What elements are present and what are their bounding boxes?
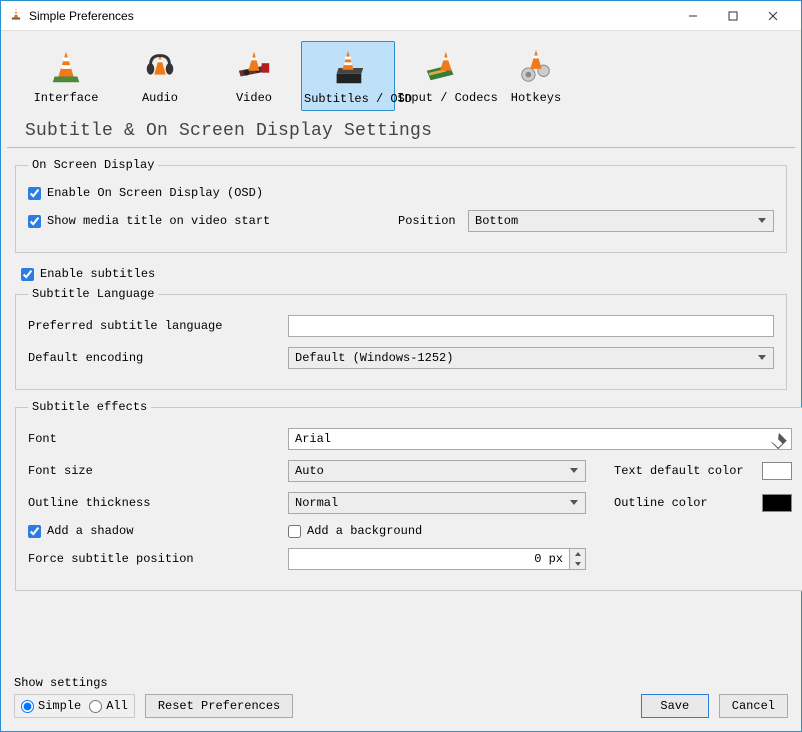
all-radio-label: All <box>106 699 128 713</box>
simple-radio[interactable]: Simple <box>21 699 81 713</box>
simple-radio-label: Simple <box>38 699 81 713</box>
enable-subtitles-input[interactable] <box>21 268 34 281</box>
show-media-title-label: Show media title on video start <box>47 214 270 228</box>
outline-thickness-label: Outline thickness <box>28 496 278 510</box>
tab-hotkeys-label: Hotkeys <box>491 91 581 105</box>
show-media-title-input[interactable] <box>28 215 41 228</box>
enable-osd-checkbox[interactable]: Enable On Screen Display (OSD) <box>28 186 263 200</box>
window-title-wrap: Simple Preferences <box>9 7 673 24</box>
add-background-checkbox[interactable]: Add a background <box>288 524 586 538</box>
tab-input[interactable]: Input / Codecs <box>395 41 489 111</box>
subtitle-effects-group: Subtitle effects Font Font size Text def… <box>15 400 802 591</box>
tab-video-label: Video <box>209 91 299 105</box>
outline-color-label: Outline color <box>614 496 752 510</box>
tab-interface-label: Interface <box>21 91 111 105</box>
font-size-select[interactable] <box>288 460 586 482</box>
osd-legend: On Screen Display <box>28 158 158 172</box>
category-tabs: Interface Audio Video Subtitles / OSD In… <box>1 31 801 117</box>
cone-icon <box>21 47 111 87</box>
outline-color-swatch[interactable] <box>762 494 792 512</box>
close-button[interactable] <box>753 2 793 30</box>
tab-subtitles[interactable]: Subtitles / OSD <box>301 41 395 111</box>
enable-osd-label: Enable On Screen Display (OSD) <box>47 186 263 200</box>
enable-osd-input[interactable] <box>28 187 41 200</box>
text-color-swatch[interactable] <box>762 462 792 480</box>
font-size-label: Font size <box>28 464 278 478</box>
force-position-input[interactable] <box>288 548 586 570</box>
cancel-button[interactable]: Cancel <box>719 694 788 718</box>
tab-input-label: Input / Codecs <box>397 91 487 105</box>
window-title: Simple Preferences <box>29 9 134 23</box>
add-shadow-input[interactable] <box>28 525 41 538</box>
font-label: Font <box>28 432 278 446</box>
card-cone-icon <box>397 47 487 87</box>
spin-down-icon[interactable] <box>569 559 585 569</box>
position-label: Position <box>398 214 458 228</box>
subtitle-language-group: Subtitle Language Preferred subtitle lan… <box>15 287 787 390</box>
default-encoding-label: Default encoding <box>28 351 278 365</box>
film-cone-icon <box>209 47 299 87</box>
enable-subtitles-checkbox[interactable]: Enable subtitles <box>21 267 155 281</box>
show-settings-group: Simple All <box>14 694 135 718</box>
osd-group: On Screen Display Enable On Screen Displ… <box>15 158 787 253</box>
gear-cone-icon <box>491 47 581 87</box>
tab-audio[interactable]: Audio <box>113 41 207 111</box>
add-background-label: Add a background <box>307 524 422 538</box>
clapper-cone-icon <box>304 48 392 88</box>
default-encoding-select[interactable] <box>288 347 774 369</box>
force-position-spinner[interactable] <box>569 549 585 569</box>
minimize-button[interactable] <box>673 2 713 30</box>
tab-audio-label: Audio <box>115 91 205 105</box>
headphones-cone-icon <box>115 47 205 87</box>
add-background-input[interactable] <box>288 525 301 538</box>
preferred-language-label: Preferred subtitle language <box>28 319 278 333</box>
font-select[interactable] <box>288 428 792 450</box>
page-title: Subtitle & On Screen Display Settings <box>7 117 795 148</box>
add-shadow-label: Add a shadow <box>47 524 133 538</box>
titlebar: Simple Preferences <box>1 1 801 31</box>
show-media-title-checkbox[interactable]: Show media title on video start <box>28 214 388 228</box>
simple-radio-input[interactable] <box>21 700 34 713</box>
all-radio-input[interactable] <box>89 700 102 713</box>
text-color-label: Text default color <box>614 464 752 478</box>
effects-legend: Subtitle effects <box>28 400 151 414</box>
preferred-language-input[interactable] <box>288 315 774 337</box>
reset-preferences-button[interactable]: Reset Preferences <box>145 694 293 718</box>
force-position-label: Force subtitle position <box>28 552 278 566</box>
outline-thickness-select[interactable] <box>288 492 586 514</box>
add-shadow-checkbox[interactable]: Add a shadow <box>28 524 278 538</box>
enable-subtitles-label: Enable subtitles <box>40 267 155 281</box>
show-settings-label: Show settings <box>14 676 135 690</box>
language-legend: Subtitle Language <box>28 287 158 301</box>
save-button[interactable]: Save <box>641 694 709 718</box>
tab-interface[interactable]: Interface <box>19 41 113 111</box>
tab-video[interactable]: Video <box>207 41 301 111</box>
app-icon <box>9 7 23 24</box>
spin-up-icon[interactable] <box>569 549 585 559</box>
position-select[interactable] <box>468 210 774 232</box>
maximize-button[interactable] <box>713 2 753 30</box>
bottom-bar: Show settings Simple All Reset Preferenc… <box>0 668 802 732</box>
all-radio[interactable]: All <box>89 699 128 713</box>
tab-subtitles-label: Subtitles / OSD <box>304 92 392 106</box>
tab-hotkeys[interactable]: Hotkeys <box>489 41 583 111</box>
